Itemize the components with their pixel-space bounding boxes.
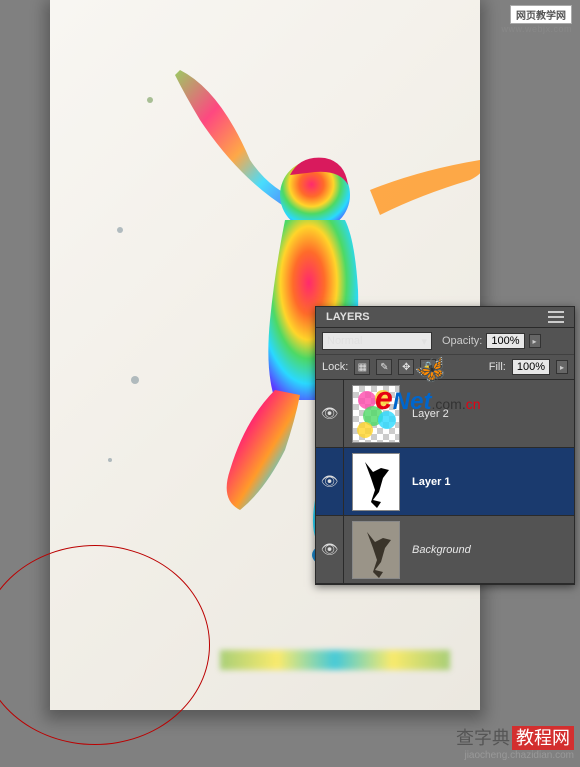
visibility-toggle[interactable]: 👁 (316, 448, 344, 515)
visibility-toggle[interactable]: 👁 (316, 516, 344, 583)
fill-value[interactable]: 100% (512, 359, 550, 375)
ground-splash (220, 650, 450, 670)
fill-label: Fill: (489, 361, 506, 373)
layer-name[interactable]: Background (408, 544, 471, 556)
lock-pixels-icon[interactable]: ✎ (376, 359, 392, 375)
layers-panel[interactable]: LAYERS Normal ▾ Opacity: 100% ▸ Lock: ▦ … (315, 306, 575, 585)
lock-label: Lock: (322, 361, 348, 373)
opacity-value[interactable]: 100% (486, 333, 524, 349)
opacity-label: Opacity: (442, 335, 482, 347)
watermark-top-url: www.webjx.com (501, 24, 572, 34)
layer-item-background[interactable]: 👁 Background (316, 516, 574, 584)
enet-watermark: eNet.com.cn (375, 380, 481, 417)
layers-panel-title: LAYERS (326, 311, 370, 323)
eye-icon: 👁 (321, 405, 339, 422)
chevron-down-icon: ▾ (421, 335, 427, 348)
opacity-slider-button[interactable]: ▸ (529, 334, 541, 348)
panel-menu-button[interactable] (548, 311, 564, 323)
blend-mode-select[interactable]: Normal ▾ (322, 332, 432, 350)
fill-slider-button[interactable]: ▸ (556, 360, 568, 374)
blend-opacity-row: Normal ▾ Opacity: 100% ▸ (316, 328, 574, 355)
layer-thumbnail[interactable] (352, 453, 400, 511)
layer-item-layer1[interactable]: 👁 Layer 1 (316, 448, 574, 516)
watermark-top-label: 网页教学网 (510, 5, 572, 24)
layer-name[interactable]: Layer 1 (408, 476, 451, 488)
watermark-top: 网页教学网 www.webjx.com (501, 5, 572, 35)
visibility-toggle[interactable]: 👁 (316, 380, 344, 447)
layers-panel-tab[interactable]: LAYERS (316, 307, 574, 328)
lock-transparency-icon[interactable]: ▦ (354, 359, 370, 375)
watermark-bottom: 查字典教程网 jiaocheng.chazidian.com (456, 724, 574, 761)
eye-icon: 👁 (321, 541, 339, 558)
eye-icon: 👁 (321, 473, 339, 490)
layer-thumbnail[interactable] (352, 521, 400, 579)
